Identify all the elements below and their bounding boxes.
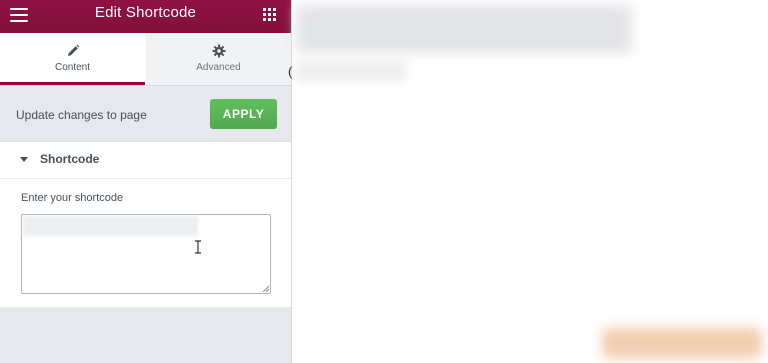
shortcode-field-label: Enter your shortcode bbox=[21, 192, 124, 204]
tab-content[interactable]: Content bbox=[0, 33, 145, 85]
blurred-preview-header bbox=[296, 5, 632, 53]
preview-edge-glyph: ( bbox=[288, 64, 293, 79]
blurred-preview-text bbox=[296, 60, 406, 82]
tab-advanced[interactable]: Advanced bbox=[146, 33, 291, 85]
text-cursor-icon bbox=[195, 240, 201, 254]
panel-tabs: Content Advanced bbox=[0, 33, 291, 86]
apply-bar: Update changes to page APPLY bbox=[0, 86, 291, 141]
tab-content-label: Content bbox=[54, 62, 91, 73]
apps-grid-icon[interactable] bbox=[263, 8, 277, 22]
shortcode-section: Shortcode Enter your shortcode bbox=[0, 141, 291, 307]
resize-grip-icon[interactable] bbox=[262, 285, 269, 292]
apply-bar-text: Update changes to page bbox=[16, 108, 147, 122]
pencil-icon bbox=[67, 44, 79, 56]
blurred-preview-patch bbox=[602, 328, 762, 358]
caret-down-icon bbox=[20, 157, 28, 162]
shortcode-textarea[interactable] bbox=[21, 214, 271, 294]
panel-title: Edit Shortcode bbox=[94, 4, 197, 21]
apply-button[interactable]: APPLY bbox=[210, 99, 277, 129]
section-toggle[interactable]: Shortcode bbox=[0, 142, 291, 179]
panel-header: Edit Shortcode bbox=[0, 0, 291, 33]
section-title: Shortcode bbox=[40, 152, 100, 166]
gear-icon bbox=[212, 44, 225, 58]
shortcode-value-redacted bbox=[23, 216, 198, 236]
tab-advanced-label: Advanced bbox=[196, 62, 241, 73]
editor-panel: Edit Shortcode Content Advanced Update c… bbox=[0, 0, 292, 363]
